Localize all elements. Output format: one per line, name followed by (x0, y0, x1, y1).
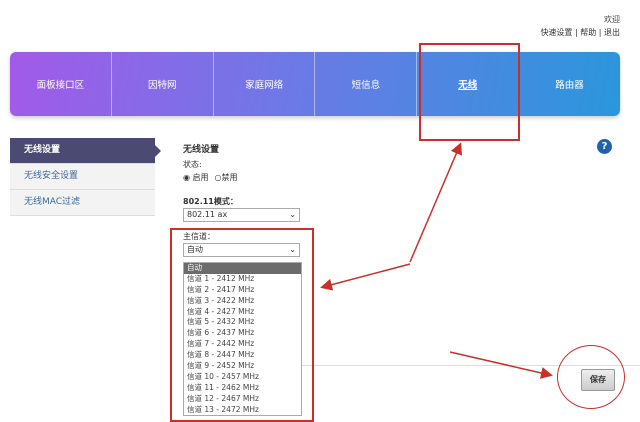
arrow-to-channel (320, 263, 411, 291)
arrow-to-wireless (409, 142, 462, 263)
annotation-arrows (320, 142, 553, 379)
arrow-to-save (449, 351, 553, 379)
